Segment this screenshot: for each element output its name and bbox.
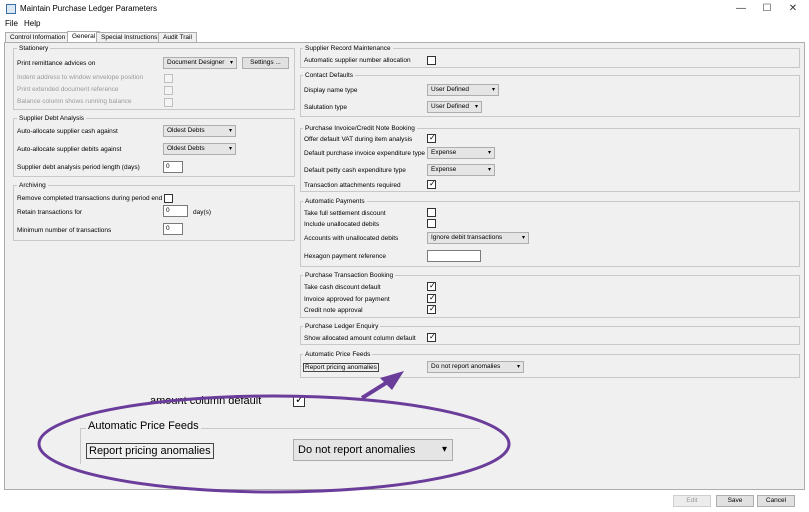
cancel-button[interactable]: Cancel bbox=[757, 495, 795, 507]
save-button[interactable]: Save bbox=[716, 495, 754, 507]
callout-ellipse bbox=[37, 394, 511, 494]
callout-overlay bbox=[37, 371, 511, 494]
edit-button[interactable]: Edit bbox=[673, 495, 711, 507]
callout-arrow-head bbox=[380, 371, 404, 390]
